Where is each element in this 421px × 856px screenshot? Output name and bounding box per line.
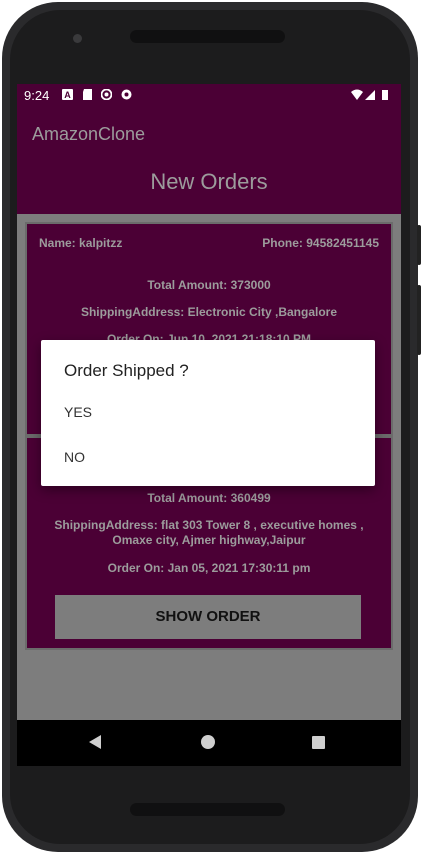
- chrome-icon: [121, 89, 132, 100]
- order-date: Order On: Jan 05, 2021 17:30:11 pm: [107, 561, 311, 575]
- total-amount: Total Amount: 373000: [147, 278, 271, 292]
- sync-icon: [101, 89, 112, 100]
- app-name: AmazonClone: [32, 124, 146, 144]
- status-time: 9:24: [24, 88, 50, 103]
- sd-card-icon: [83, 89, 92, 100]
- show-order-button[interactable]: SHOW ORDER: [55, 595, 361, 639]
- back-icon[interactable]: [89, 735, 101, 749]
- shipping-address-line1: ShippingAddress: flat 303 Tower 8 , exec…: [54, 518, 364, 532]
- app-bar: AmazonClone New Orders: [17, 106, 401, 214]
- bottom-speaker: [130, 803, 285, 816]
- status-bar: 9:24 A: [17, 84, 401, 106]
- volume-button: [417, 225, 421, 265]
- dialog-title: Order Shipped ?: [64, 361, 189, 380]
- recent-apps-icon[interactable]: [312, 736, 325, 749]
- status-right-icons: [351, 89, 388, 100]
- shipping-address: ShippingAddress: Electronic City ,Bangal…: [80, 305, 338, 319]
- customer-phone: Phone: 94582451145: [262, 236, 379, 250]
- earpiece-speaker: [130, 30, 285, 43]
- order-shipped-dialog: Order Shipped ? YES NO: [41, 340, 375, 486]
- dialog-option-no[interactable]: NO: [64, 449, 85, 465]
- customer-name: Name: kalpitzz: [39, 236, 123, 250]
- power-button: [417, 285, 421, 355]
- navigation-bar: [17, 720, 401, 766]
- svg-text:A: A: [64, 90, 71, 100]
- page-title: New Orders: [150, 169, 268, 194]
- screen: 9:24 A AmazonClone New Orders Name: kalp…: [17, 84, 401, 766]
- total-amount: Total Amount: 360499: [147, 491, 271, 505]
- dialog-option-yes[interactable]: YES: [64, 404, 92, 420]
- front-camera: [73, 34, 82, 43]
- shipping-address-line2: Omaxe city, Ajmer highway,Jaipur: [112, 533, 306, 547]
- home-icon[interactable]: [201, 735, 215, 749]
- notification-a-icon: A: [62, 89, 73, 100]
